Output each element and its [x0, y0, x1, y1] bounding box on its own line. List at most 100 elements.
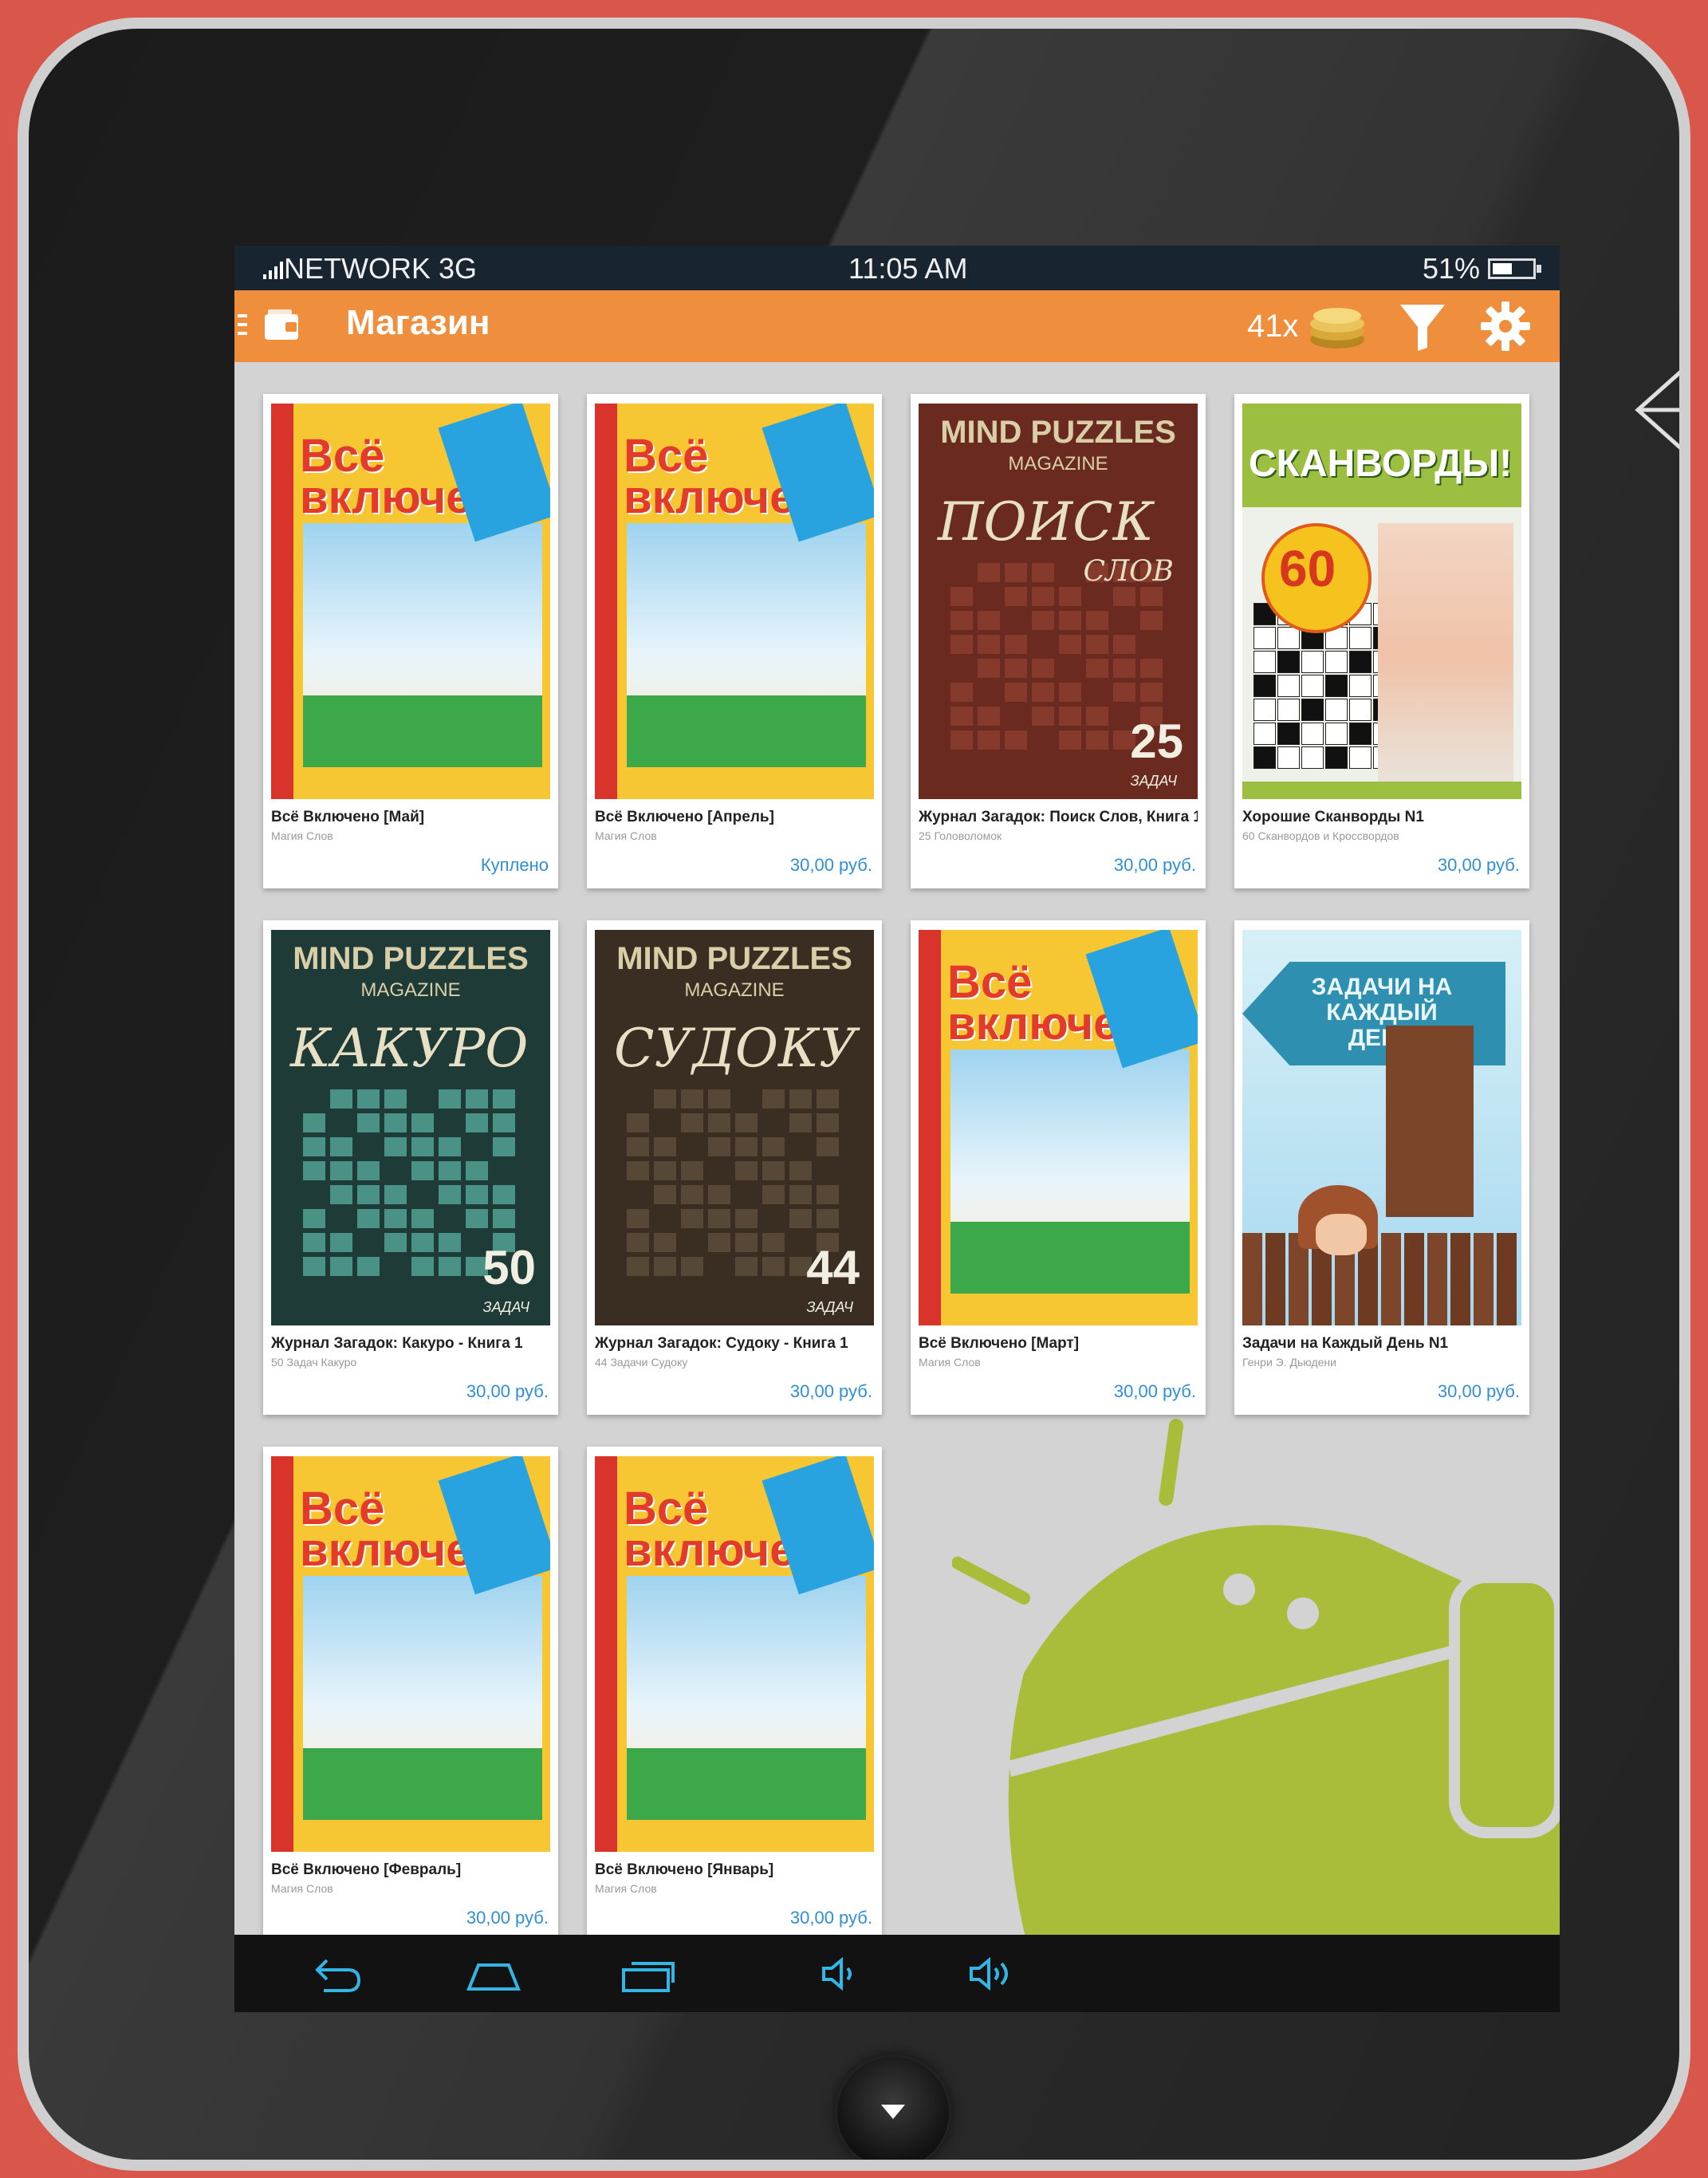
system-nav-bar: [234, 1935, 1560, 2012]
product-price[interactable]: 30,00 руб.: [466, 1908, 549, 1928]
clock: 11:05 AM: [848, 252, 968, 285]
signal-icon: [263, 262, 283, 280]
cover-image[interactable]: Всё включено: [271, 404, 550, 799]
cover-image[interactable]: MIND PUZZLES MAGAZINE СУДОКУ 44 ЗАДАЧ: [595, 930, 874, 1325]
product-price[interactable]: 30,00 руб.: [790, 1381, 872, 1402]
filter-icon[interactable]: [1399, 301, 1446, 352]
product-subtitle: Магия Слов: [271, 829, 333, 842]
cover-title: ПОИСК: [938, 491, 1154, 553]
cover-logo: Всё включено: [947, 956, 1175, 1050]
product-card[interactable]: Всё включено Всё Включено [Май] Магия Сл…: [263, 394, 558, 888]
product-card[interactable]: MIND PUZZLES MAGAZINE КАКУРО 50 ЗАДАЧ Жу…: [263, 920, 558, 1415]
product-price[interactable]: Куплено: [481, 855, 549, 876]
volume-up-icon[interactable]: [965, 1954, 1021, 1994]
product-title: Всё Включено [Февраль]: [271, 1861, 462, 1878]
product-subtitle: 60 Сканвордов и Кроссвордов: [1242, 829, 1399, 842]
battery-status: 51%: [1422, 252, 1541, 286]
product-title: Всё Включено [Март]: [919, 1335, 1080, 1352]
cover-magazine: MAGAZINE: [1008, 453, 1108, 475]
product-title: Всё Включено [Апрель]: [595, 809, 774, 825]
product-price[interactable]: 30,00 руб.: [1438, 855, 1520, 876]
product-title: Всё Включено [Январь]: [595, 1861, 774, 1878]
page-title: Магазин: [346, 303, 490, 342]
cover-image[interactable]: Всё включено: [595, 404, 874, 799]
product-title: Всё Включено [Май]: [271, 809, 425, 825]
cover-brand: MIND PUZZLES: [940, 415, 1176, 450]
network-status: NETWORK 3G: [263, 252, 477, 286]
cover-magazine: MAGAZINE: [684, 979, 785, 1001]
cover-brand: MIND PUZZLES: [616, 941, 852, 976]
product-card[interactable]: Всё включено Всё Включено [Март] Магия С…: [911, 920, 1206, 1415]
cover-image[interactable]: Всё включено: [595, 1456, 874, 1852]
product-subtitle: Магия Слов: [595, 829, 657, 842]
product-price[interactable]: 30,00 руб.: [1438, 1381, 1520, 1402]
volume-down-icon[interactable]: [813, 1954, 868, 1994]
menu-icon[interactable]: [238, 314, 247, 341]
product-title: Хорошие Сканворды N1: [1242, 809, 1424, 825]
cover-title: СУДОКУ: [614, 1018, 857, 1079]
app-bar: Магазин 41x: [234, 290, 1560, 362]
screen: NETWORK 3G 11:05 AM 51% Магазин 41x Всё …: [234, 246, 1560, 2012]
cover-logo: Всё включено: [624, 1483, 852, 1576]
product-card[interactable]: Всё включено Всё Включено [Февраль] Маги…: [263, 1447, 558, 1941]
product-card[interactable]: MIND PUZZLES MAGAZINE СУДОКУ 44 ЗАДАЧ Жу…: [587, 920, 882, 1415]
product-price[interactable]: 30,00 руб.: [1114, 855, 1196, 876]
battery-icon: [1488, 258, 1541, 279]
network-label: NETWORK 3G: [284, 252, 478, 285]
product-price[interactable]: 30,00 руб.: [1114, 1381, 1196, 1402]
cover-image[interactable]: MIND PUZZLES MAGAZINE КАКУРО 50 ЗАДАЧ: [271, 930, 550, 1325]
product-subtitle: 50 Задач Какуро: [271, 1356, 357, 1369]
status-bar: NETWORK 3G 11:05 AM 51%: [234, 246, 1560, 290]
product-subtitle: Магия Слов: [919, 1356, 981, 1369]
product-card[interactable]: Всё включено Всё Включено [Апрель] Магия…: [587, 394, 882, 888]
product-subtitle: Магия Слов: [271, 1882, 333, 1895]
coins-icon: [1309, 308, 1364, 349]
cover-image[interactable]: ЗАДАЧИ НА КАЖДЫЙ ДЕНЬ: [1242, 930, 1521, 1325]
cover-tasks: ЗАДАЧ: [806, 1299, 853, 1315]
product-price[interactable]: 30,00 руб.: [790, 855, 872, 876]
cover-magazine: MAGAZINE: [360, 979, 461, 1001]
product-title: Журнал Загадок: Какуро - Книга 1: [271, 1335, 523, 1352]
android-logo: [952, 1418, 1560, 2012]
cover-count: 44: [806, 1241, 860, 1294]
product-card[interactable]: MIND PUZZLES MAGAZINE ПОИСК СЛОВ 25 ЗАДА…: [911, 394, 1206, 888]
product-title: Задачи на Каждый День N1: [1242, 1335, 1449, 1352]
cover-brand: MIND PUZZLES: [293, 941, 529, 976]
home-icon[interactable]: [466, 1954, 521, 1994]
cover-count: 25: [1130, 715, 1183, 768]
triangle-down-icon: [881, 2105, 905, 2119]
cover-count: 60: [1279, 540, 1336, 597]
product-price[interactable]: 30,00 руб.: [790, 1908, 872, 1928]
coin-balance[interactable]: 41x: [1247, 301, 1368, 351]
cover-image[interactable]: СКАНВОРДЫ! 60: [1242, 404, 1521, 799]
cover-logo: Всё включено: [624, 430, 852, 523]
product-subtitle: Магия Слов: [595, 1882, 657, 1895]
cover-title: СКАНВОРДЫ!: [1249, 443, 1513, 485]
product-card[interactable]: Всё включено Всё Включено [Январь] Магия…: [587, 1447, 882, 1941]
gear-icon[interactable]: [1481, 301, 1530, 351]
product-card[interactable]: СКАНВОРДЫ! 60 Хорошие Сканворды N1 60 Ск…: [1234, 394, 1529, 888]
coin-count: 41x: [1247, 308, 1299, 344]
arrow-left-icon: [1635, 370, 1679, 450]
cover-title: КАКУРО: [290, 1018, 529, 1079]
battery-percent: 51%: [1422, 252, 1480, 285]
product-title: Журнал Загадок: Поиск Слов, Книга 1: [919, 809, 1198, 825]
product-subtitle: 44 Задачи Судоку: [595, 1356, 688, 1369]
product-price[interactable]: 30,00 руб.: [466, 1381, 549, 1402]
cover-image[interactable]: MIND PUZZLES MAGAZINE ПОИСК СЛОВ 25 ЗАДА…: [919, 404, 1198, 799]
product-title: Журнал Загадок: Судоку - Книга 1: [595, 1335, 848, 1352]
tablet-frame: NETWORK 3G 11:05 AM 51% Магазин 41x Всё …: [18, 18, 1690, 2171]
cover-logo: Всё включено: [300, 430, 528, 523]
cover-count: 50: [482, 1241, 536, 1294]
cover-image[interactable]: Всё включено: [919, 930, 1198, 1325]
recents-icon[interactable]: [619, 1954, 675, 1994]
product-subtitle: Генри Э. Дьюдени: [1242, 1356, 1336, 1369]
hardware-home-button[interactable]: [837, 2057, 949, 2160]
cover-logo: Всё включено: [300, 1483, 528, 1576]
cover-image[interactable]: Всё включено: [271, 1456, 550, 1852]
product-card[interactable]: ЗАДАЧИ НА КАЖДЫЙ ДЕНЬ Задачи на Каждый Д…: [1234, 920, 1529, 1415]
product-subtitle: 25 Головоломок: [919, 829, 1002, 842]
back-icon[interactable]: [308, 1954, 364, 1994]
cover-tasks: ЗАДАЧ: [1130, 773, 1177, 789]
wallet-icon[interactable]: [263, 306, 300, 343]
